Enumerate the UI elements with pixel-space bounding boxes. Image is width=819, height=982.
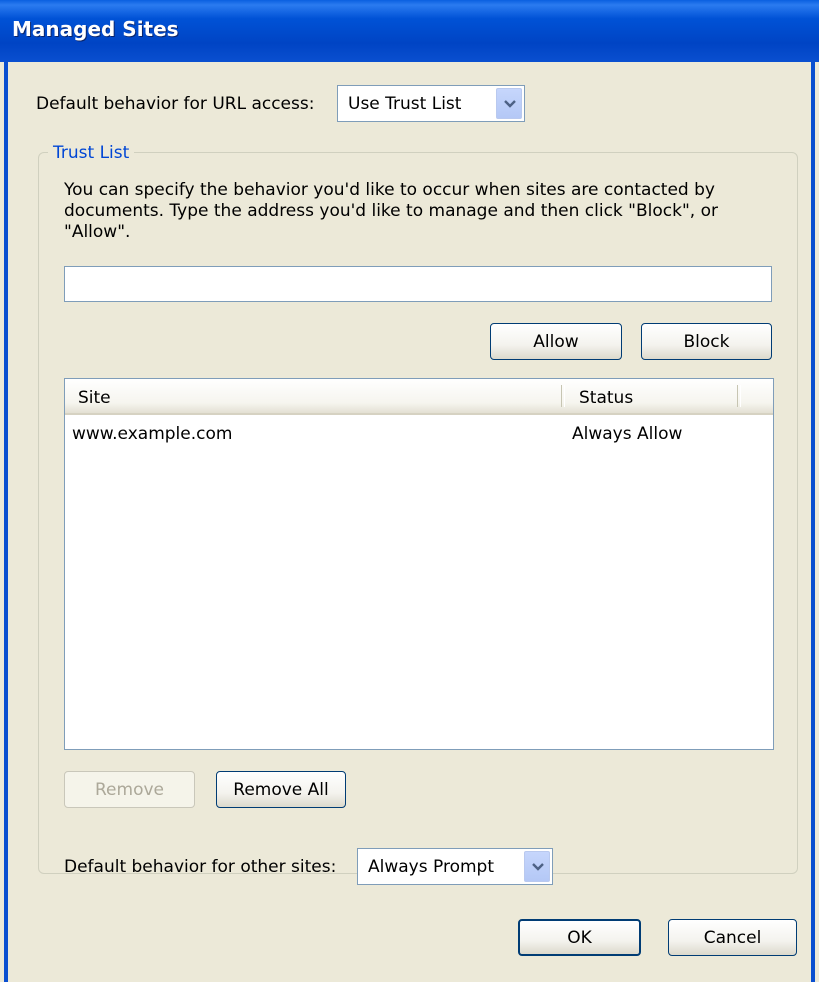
column-divider[interactable] [737, 385, 741, 407]
ok-button[interactable]: OK [518, 919, 641, 956]
other-sites-selected: Always Prompt [368, 856, 494, 877]
site-address-input[interactable] [64, 266, 772, 302]
url-access-dropdown-button[interactable] [496, 88, 522, 119]
allow-button[interactable]: Allow [490, 323, 622, 360]
url-access-label: Default behavior for URL access: [36, 94, 315, 114]
block-button[interactable]: Block [641, 323, 772, 360]
remove-all-button-label: Remove All [233, 779, 329, 800]
chevron-down-icon [532, 862, 544, 871]
column-divider[interactable] [561, 385, 565, 407]
other-sites-label: Default behavior for other sites: [64, 857, 337, 877]
remove-button-label: Remove [95, 779, 164, 800]
other-sites-select[interactable]: Always Prompt [357, 848, 553, 885]
site-cell: www.example.com [72, 424, 233, 444]
trust-list-description: You can specify the behavior you'd like … [64, 180, 718, 242]
allow-button-label: Allow [533, 331, 579, 352]
column-header-site[interactable]: Site [78, 388, 111, 408]
cancel-button[interactable]: Cancel [668, 919, 797, 956]
url-access-select[interactable]: Use Trust List [337, 85, 525, 122]
chevron-down-icon [504, 99, 516, 108]
cancel-button-label: Cancel [703, 927, 762, 948]
block-button-label: Block [683, 331, 730, 352]
ok-button-label: OK [567, 927, 592, 948]
trust-list-table[interactable]: Site Status www.example.com Always Allow [64, 378, 774, 750]
url-access-selected: Use Trust List [348, 93, 462, 114]
trust-list-legend: Trust List [48, 143, 135, 163]
table-row[interactable]: www.example.com Always Allow [65, 421, 773, 447]
status-cell: Always Allow [572, 424, 683, 444]
other-sites-dropdown-button[interactable] [524, 851, 550, 882]
column-header-status[interactable]: Status [579, 388, 633, 408]
table-header: Site Status [65, 379, 773, 415]
remove-button[interactable]: Remove [64, 771, 195, 808]
title-bar[interactable]: Managed Sites [0, 0, 819, 62]
window-title: Managed Sites [12, 17, 179, 41]
remove-all-button[interactable]: Remove All [216, 771, 346, 808]
